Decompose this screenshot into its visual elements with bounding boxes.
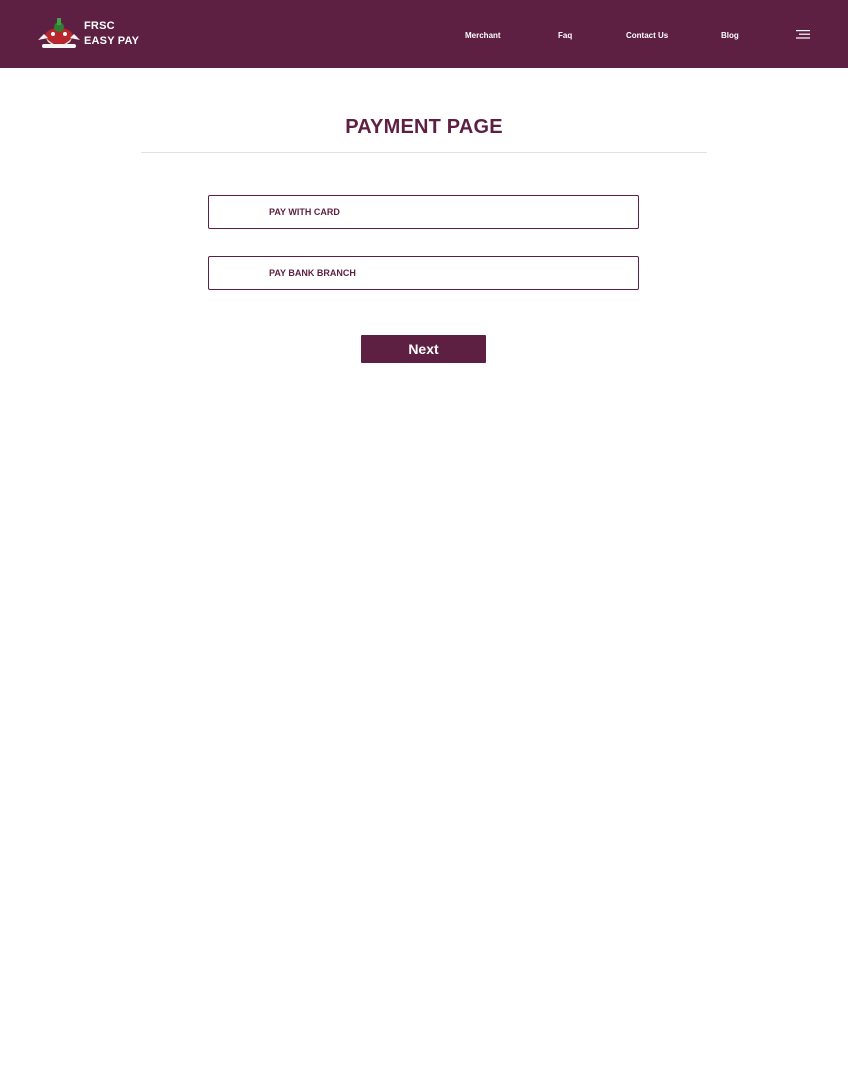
pay-with-card-label: PAY WITH CARD	[269, 207, 340, 217]
pay-bank-branch-option[interactable]: PAY BANK BRANCH	[208, 256, 639, 290]
pay-with-card-option[interactable]: PAY WITH CARD	[208, 195, 639, 229]
nav-link-merchant[interactable]: Merchant	[465, 31, 501, 40]
hamburger-menu-icon[interactable]	[796, 30, 810, 39]
pay-bank-branch-label: PAY BANK BRANCH	[269, 268, 356, 278]
frsc-crest-icon[interactable]	[36, 16, 82, 52]
nav-link-faq[interactable]: Faq	[558, 31, 572, 40]
page-title: PAYMENT PAGE	[345, 116, 503, 138]
nav-link-contact-us[interactable]: Contact Us	[626, 31, 668, 40]
brand-line-2: EASY PAY	[84, 35, 140, 47]
brand-name[interactable]: FRSC EASY PAY	[84, 19, 139, 49]
brand-line-1: FRSC	[84, 20, 115, 32]
next-button[interactable]: Next	[361, 335, 486, 363]
nav-link-blog[interactable]: Blog	[721, 31, 739, 40]
top-navbar: FRSC EASY PAY Merchant Faq Contact Us Bl…	[0, 0, 848, 68]
title-divider	[141, 152, 707, 153]
